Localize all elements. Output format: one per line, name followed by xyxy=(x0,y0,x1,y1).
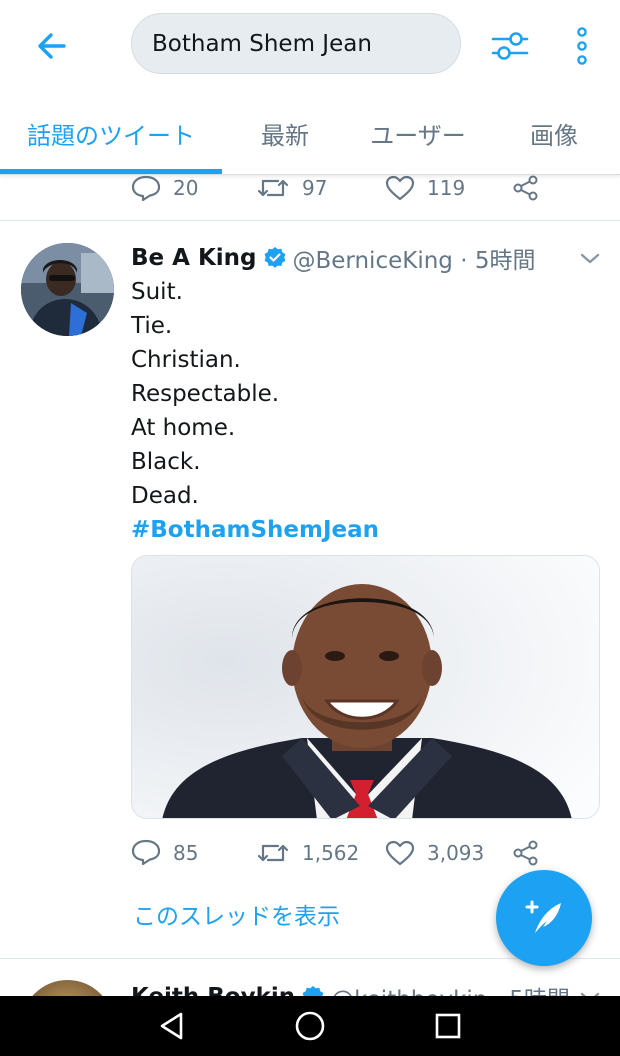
verified-badge-icon xyxy=(301,985,325,996)
nav-home-button[interactable] xyxy=(288,1004,332,1048)
like-button[interactable]: 119 xyxy=(385,175,465,201)
share-button[interactable] xyxy=(512,175,552,201)
tweet-menu-button[interactable] xyxy=(576,245,604,273)
hashtag-link[interactable]: #BothamShemJean xyxy=(131,513,591,547)
heart-icon xyxy=(385,175,415,201)
nav-recents-button[interactable] xyxy=(426,1004,470,1048)
retweet-count: 1,562 xyxy=(302,841,360,865)
retweet-button[interactable]: 97 xyxy=(256,175,327,201)
square-recents-icon xyxy=(435,1013,461,1039)
share-icon xyxy=(513,840,538,866)
search-query: Botham Shem Jean xyxy=(152,30,372,57)
tweet-menu-button[interactable] xyxy=(576,984,604,996)
like-button[interactable]: 3,093 xyxy=(385,839,484,867)
retweet-count: 97 xyxy=(302,176,328,200)
show-thread-link[interactable]: このスレッドを表示 xyxy=(133,897,340,931)
reply-icon xyxy=(131,839,161,866)
search-input[interactable]: Botham Shem Jean xyxy=(131,13,461,74)
more-vertical-icon xyxy=(577,27,587,65)
tweet-text: Suit. Tie. Christian. Respectable. At ho… xyxy=(131,275,591,547)
reply-button[interactable]: 85 xyxy=(131,839,198,867)
avatar[interactable] xyxy=(21,980,114,996)
share-button[interactable] xyxy=(512,839,552,867)
tweet[interactable]: Be A King @BerniceKing · 5時間 Suit. Tie. … xyxy=(0,221,620,959)
tweet-line: Respectable. xyxy=(131,381,280,407)
tweet-line: Dead. xyxy=(131,483,199,509)
handle-and-time: @keithboykin · 5時間 xyxy=(331,980,570,996)
search-filter-button[interactable] xyxy=(486,22,534,70)
tweet-line: Tie. xyxy=(131,313,173,339)
back-button[interactable] xyxy=(28,22,76,70)
tweet-line: Suit. xyxy=(131,279,183,305)
system-navigation-bar xyxy=(0,996,620,1056)
avatar-photo xyxy=(21,243,114,336)
reply-count: 20 xyxy=(173,176,199,200)
heart-icon xyxy=(385,840,415,866)
retweet-button[interactable]: 1,562 xyxy=(256,839,359,867)
retweet-icon xyxy=(257,179,289,197)
tweet-header: Keith Boykin @keithboykin · 5時間 xyxy=(131,980,570,996)
tweet-line: Christian. xyxy=(131,347,241,373)
sliders-icon xyxy=(491,32,529,60)
share-icon xyxy=(513,175,538,201)
reply-count: 85 xyxy=(173,841,199,865)
display-name[interactable]: Be A King xyxy=(131,245,257,271)
verified-badge-icon xyxy=(263,246,287,270)
tweet-line: At home. xyxy=(131,415,236,441)
tab-latest[interactable]: 最新 xyxy=(222,92,348,174)
reply-icon xyxy=(131,175,161,201)
compose-tweet-button[interactable] xyxy=(496,870,592,966)
arrow-left-icon xyxy=(38,33,66,59)
top-app-bar: Botham Shem Jean xyxy=(0,0,620,92)
more-options-button[interactable] xyxy=(558,22,606,70)
tab-photos[interactable]: 画像 xyxy=(488,92,620,174)
nav-back-button[interactable] xyxy=(150,1004,194,1048)
tweet-image[interactable] xyxy=(131,555,600,819)
chevron-down-icon xyxy=(580,253,600,264)
like-count: 3,093 xyxy=(427,841,485,865)
display-name[interactable]: Keith Boykin xyxy=(131,984,295,996)
circle-home-icon xyxy=(295,1011,325,1041)
avatar[interactable] xyxy=(21,243,114,336)
tweet-header: Be A King @BerniceKing · 5時間 xyxy=(131,241,535,275)
next-tweet[interactable]: Keith Boykin @keithboykin · 5時間 xyxy=(0,960,620,996)
previous-tweet-actions: 20 97 119 xyxy=(0,175,620,221)
search-tabs: 話題のツイート 最新 ユーザー 画像 xyxy=(0,92,620,175)
tab-people[interactable]: ユーザー xyxy=(348,92,488,174)
retweet-icon xyxy=(257,844,289,862)
active-tab-indicator xyxy=(0,169,222,174)
tab-top-tweets[interactable]: 話題のツイート xyxy=(0,92,222,174)
triangle-back-icon xyxy=(160,1012,183,1040)
reply-button[interactable]: 20 xyxy=(131,175,198,201)
like-count: 119 xyxy=(427,176,466,200)
portrait-photo xyxy=(132,556,599,818)
tweet-line: Black. xyxy=(131,449,201,475)
compose-tweet-icon xyxy=(525,900,561,933)
handle-and-time: @BerniceKing · 5時間 xyxy=(292,248,536,274)
